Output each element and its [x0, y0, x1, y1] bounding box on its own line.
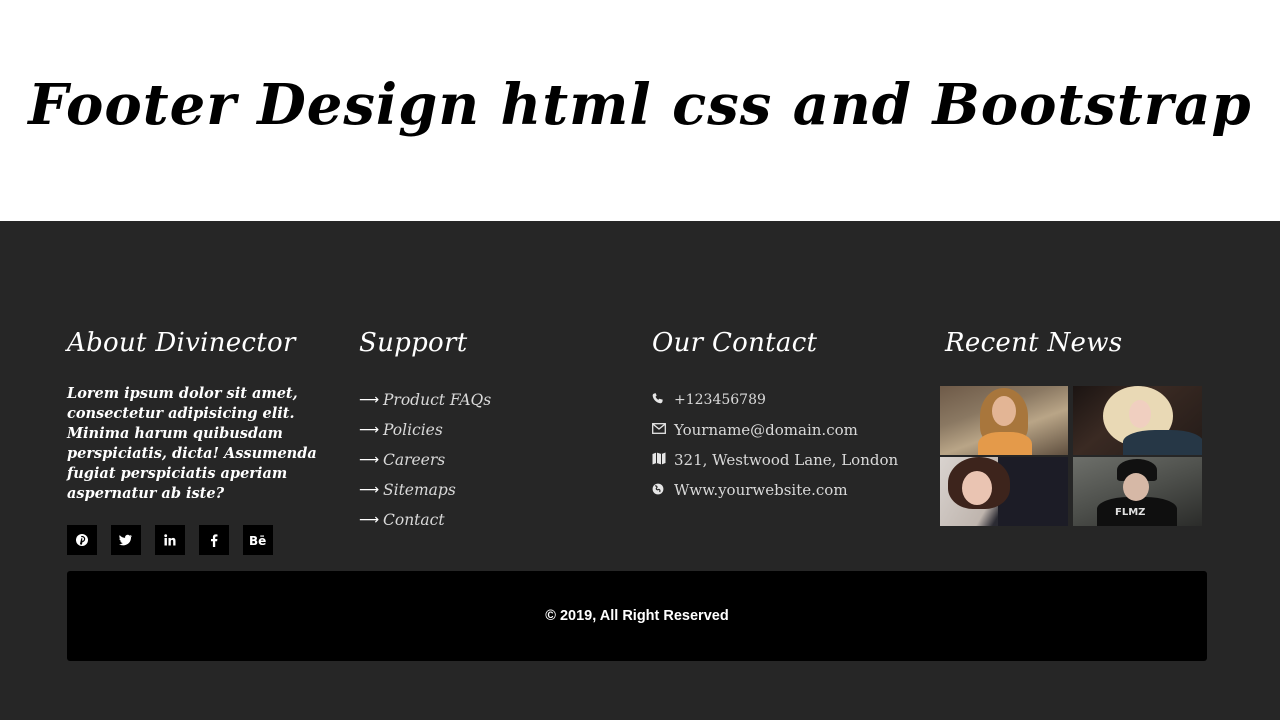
- link-product-faqs[interactable]: ⟶ Product FAQs: [359, 385, 609, 415]
- link-policies[interactable]: ⟶ Policies: [359, 415, 609, 445]
- map-icon: [652, 452, 674, 468]
- arrow-right-icon: ⟶: [359, 452, 380, 468]
- address-text: 321, Westwood Lane, London: [674, 451, 899, 469]
- envelope-icon: [652, 423, 674, 437]
- about-text: Lorem ipsum dolor sit amet, consectetur …: [67, 385, 317, 502]
- arrow-right-icon: ⟶: [359, 512, 380, 528]
- news-heading: Recent News: [945, 328, 1123, 358]
- twitter-icon[interactable]: [111, 525, 141, 555]
- arrow-right-icon: ⟶: [359, 422, 380, 438]
- page-title: Footer Design html css and Bootstrap: [28, 72, 1252, 138]
- support-heading: Support: [359, 328, 468, 358]
- social-links: Bē: [67, 525, 337, 555]
- linkedin-icon[interactable]: [155, 525, 185, 555]
- link-sitemaps[interactable]: ⟶ Sitemaps: [359, 475, 609, 505]
- contact-phone: +123456789: [652, 385, 922, 415]
- phone-text: +123456789: [674, 392, 766, 408]
- news-thumbnail[interactable]: FLMZ: [1073, 457, 1202, 526]
- link-label: Policies: [383, 421, 443, 439]
- contact-website[interactable]: Www.yourwebsite.com: [652, 475, 922, 505]
- copyright-bar: © 2019, All Right Reserved: [67, 571, 1207, 661]
- news-thumbnail[interactable]: [940, 386, 1068, 455]
- footer: About Divinector Lorem ipsum dolor sit a…: [0, 221, 1280, 720]
- contact-address: 321, Westwood Lane, London: [652, 445, 922, 475]
- support-links: ⟶ Product FAQs ⟶ Policies ⟶ Careers ⟶ Si…: [359, 385, 609, 535]
- contact-column: Our Contact +123456789 Yourname@domain.c…: [652, 325, 922, 505]
- link-contact[interactable]: ⟶ Contact: [359, 505, 609, 535]
- contact-list: +123456789 Yourname@domain.com 321, West…: [652, 385, 922, 505]
- news-gallery: FLMZ: [940, 386, 1202, 526]
- hero-section: Footer Design html css and Bootstrap: [0, 0, 1280, 221]
- email-text: Yourname@domain.com: [674, 421, 858, 439]
- link-careers[interactable]: ⟶ Careers: [359, 445, 609, 475]
- about-heading: About Divinector: [67, 328, 296, 358]
- pinterest-icon[interactable]: [67, 525, 97, 555]
- svg-text:Bē: Bē: [249, 534, 266, 546]
- news-column: Recent News FLMZ: [940, 325, 1207, 526]
- support-column: Support ⟶ Product FAQs ⟶ Policies ⟶ Care…: [359, 325, 609, 535]
- arrow-right-icon: ⟶: [359, 482, 380, 498]
- facebook-icon[interactable]: [199, 525, 229, 555]
- link-label: Product FAQs: [383, 391, 492, 409]
- contact-email[interactable]: Yourname@domain.com: [652, 415, 922, 445]
- shirt-print-text: FLMZ: [1115, 507, 1146, 518]
- link-label: Sitemaps: [383, 481, 456, 499]
- about-column: About Divinector Lorem ipsum dolor sit a…: [67, 325, 337, 555]
- news-thumbnail[interactable]: [940, 457, 1068, 526]
- contact-heading: Our Contact: [652, 328, 818, 358]
- link-label: Contact: [383, 511, 445, 529]
- copyright-text: © 2019, All Right Reserved: [545, 608, 729, 624]
- arrow-right-icon: ⟶: [359, 392, 380, 408]
- website-text: Www.yourwebsite.com: [674, 481, 848, 499]
- globe-icon: [652, 483, 674, 498]
- link-label: Careers: [383, 451, 446, 469]
- phone-icon: [652, 393, 674, 407]
- behance-icon[interactable]: Bē: [243, 525, 273, 555]
- news-thumbnail[interactable]: [1073, 386, 1202, 455]
